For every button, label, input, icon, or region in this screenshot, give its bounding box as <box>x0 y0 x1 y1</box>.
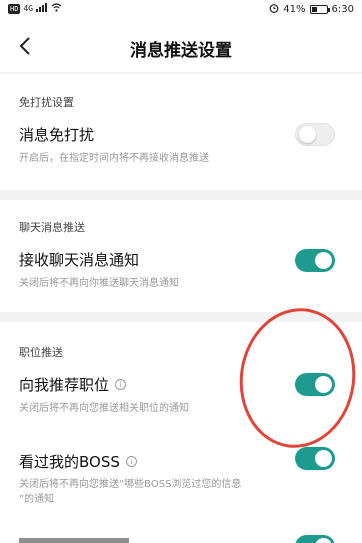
status-left: HD 4G <box>8 3 62 14</box>
wifi-icon <box>51 3 62 14</box>
next-item-toggle[interactable] <box>295 535 335 543</box>
section-label-chat: 聊天消息推送 <box>19 221 85 234</box>
item-title-boss-text: 看过我的BOSS <box>19 453 120 471</box>
page-title: 消息推送设置 <box>130 41 232 61</box>
network-label: 4G <box>23 4 34 13</box>
toggle-knob <box>299 126 316 143</box>
clock: 6:30 <box>331 4 354 15</box>
item-title-boss: 看过我的BOSS i <box>19 451 137 472</box>
chat-toggle[interactable] <box>295 249 335 272</box>
hd-badge: HD <box>8 3 21 14</box>
highlight-annotation-circle <box>230 300 362 456</box>
item-desc-chat: 关闭后将不再向你推送聊天消息通知 <box>19 278 179 289</box>
status-bar: HD 4G 41% 6:30 <box>0 0 362 20</box>
battery-icon <box>309 5 330 14</box>
status-right: 41% 6:30 <box>269 3 354 16</box>
item-desc-boss-line1: 关闭后将不再向您推送“哪些BOSS浏览过您的信息 <box>19 479 242 490</box>
battery-percent: 41% <box>283 4 306 15</box>
item-desc-boss-line2: ”的通知 <box>19 494 55 505</box>
dnd-toggle[interactable] <box>295 123 335 146</box>
viewed-boss-toggle[interactable] <box>295 447 335 470</box>
cropped-next-item-title <box>19 538 129 543</box>
item-desc-recommend: 关闭后将不再向您推送相关职位的通知 <box>19 403 189 414</box>
section-label-jobs: 职位推送 <box>19 346 63 359</box>
nav-bar: 消息推送设置 <box>0 20 362 72</box>
item-desc-dnd: 开启后，在指定时间内将不再接收消息推送 <box>19 153 209 164</box>
toggle-knob <box>315 450 332 467</box>
toggle-knob <box>315 538 332 543</box>
item-title-chat: 接收聊天消息通知 <box>19 251 140 269</box>
divider <box>0 72 362 74</box>
alarm-icon <box>269 3 279 16</box>
item-title-recommend: 向我推荐职位 i <box>19 374 127 395</box>
signal-icon <box>36 3 48 14</box>
section-label-dnd: 免打扰设置 <box>19 96 74 109</box>
item-title-dnd: 消息免打扰 <box>19 126 95 144</box>
info-icon[interactable]: i <box>115 379 127 390</box>
item-title-recommend-text: 向我推荐职位 <box>19 376 110 394</box>
info-icon[interactable]: i <box>125 456 137 467</box>
toggle-knob <box>315 252 332 269</box>
battery-fill <box>311 7 318 12</box>
section-divider <box>0 190 362 200</box>
